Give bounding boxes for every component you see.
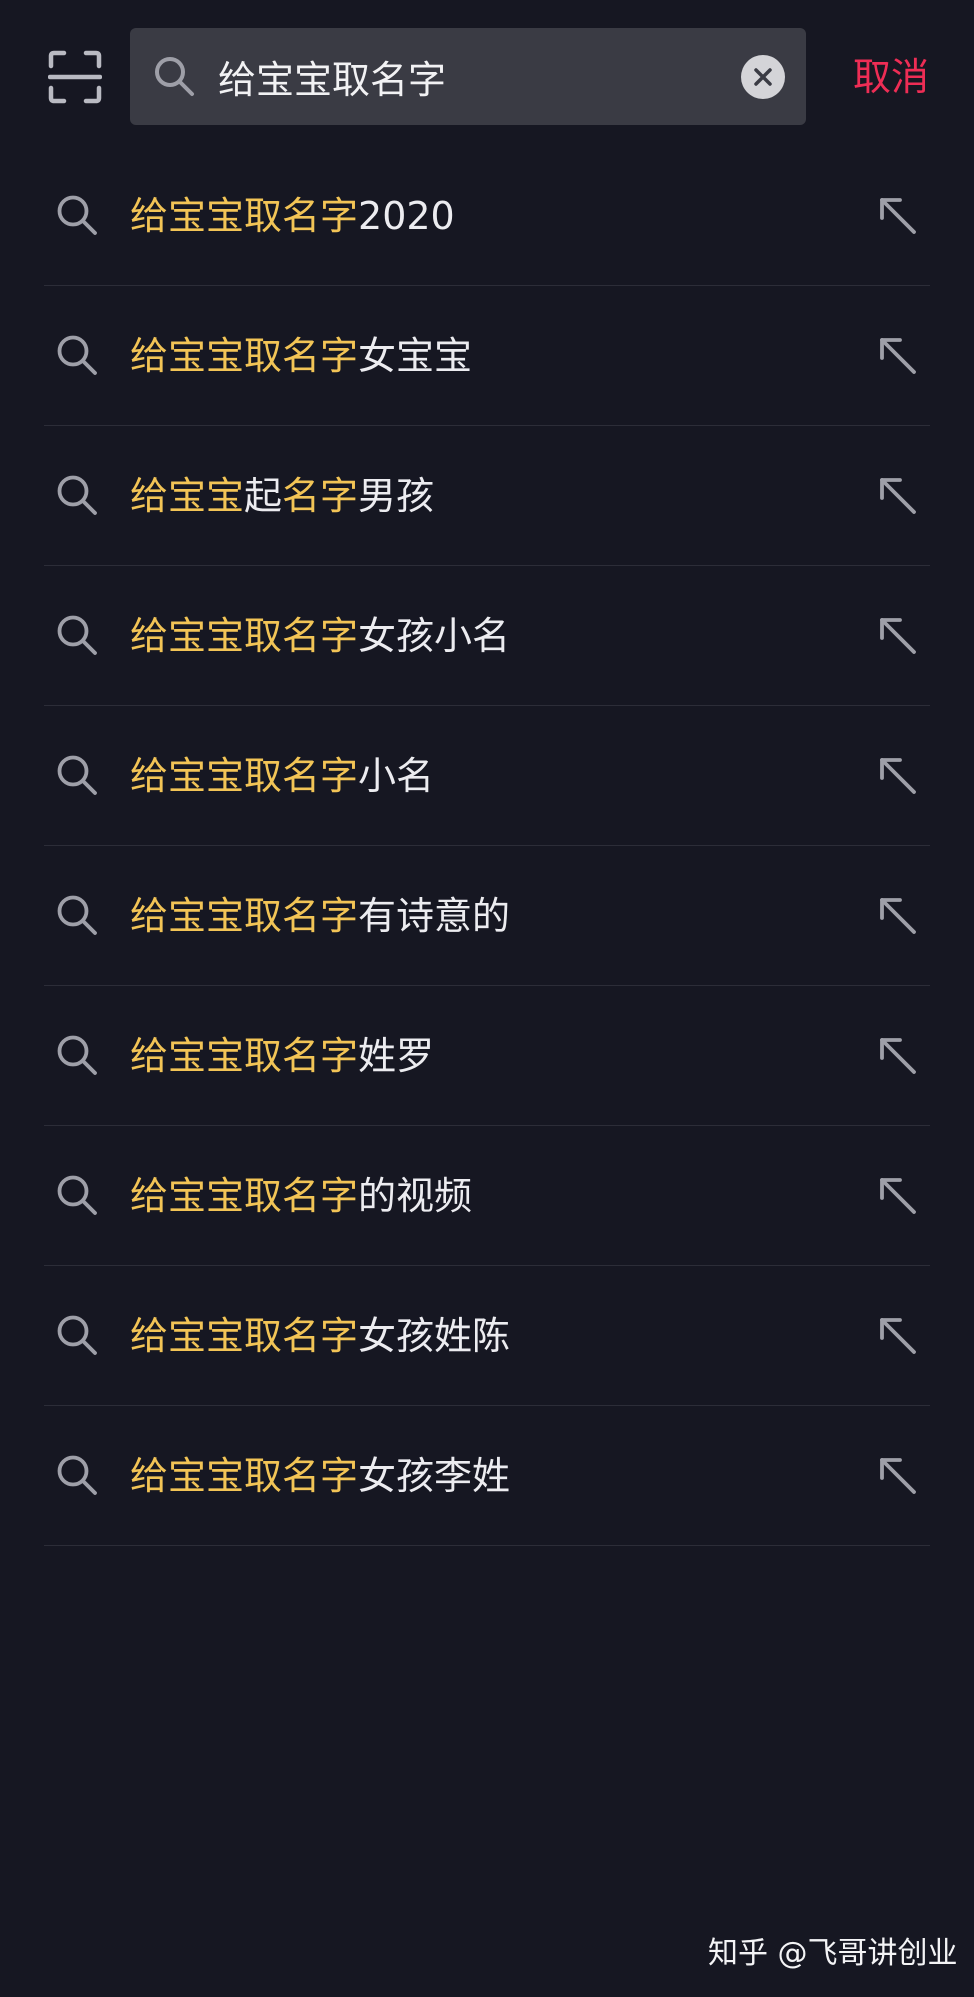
search-icon (54, 752, 100, 798)
suggestion-item[interactable]: 给宝宝取名字2020 (44, 146, 930, 286)
suggestion-match-text: 给宝宝取名字 (130, 194, 359, 238)
search-icon (54, 192, 100, 238)
suggestion-match-text: 给宝宝取名字 (130, 1454, 359, 1498)
search-icon (54, 1312, 100, 1358)
suggestion-item[interactable]: 给宝宝取名字的视频 (44, 1126, 930, 1266)
suggestion-text: 给宝宝起名字男孩 (130, 426, 434, 566)
search-icon (54, 472, 100, 518)
suggestion-text: 给宝宝取名字女孩李姓 (130, 1406, 510, 1546)
search-icon (54, 612, 100, 658)
suggestion-item[interactable]: 给宝宝取名字小名 (44, 706, 930, 846)
suggestion-list: 给宝宝取名字2020 给宝宝取名字女宝宝 给宝宝起名字男孩 给宝宝取名字女孩小名 给宝宝… (44, 146, 930, 1546)
suggestion-text: 给宝宝取名字女宝宝 (130, 286, 472, 426)
arrow-up-left-icon[interactable] (874, 1452, 920, 1498)
suggestion-text: 给宝宝取名字女孩姓陈 (130, 1266, 510, 1406)
search-box[interactable] (130, 28, 806, 125)
arrow-up-left-icon[interactable] (874, 472, 920, 518)
suggestion-match-text: 名字 (282, 474, 359, 518)
suggestion-text: 给宝宝取名字的视频 (130, 1126, 472, 1266)
suggestion-item[interactable]: 给宝宝取名字有诗意的 (44, 846, 930, 986)
search-icon (54, 332, 100, 378)
suggestion-match-text: 给宝宝取名字 (130, 754, 359, 798)
suggestion-match-text: 给宝宝取名字 (130, 1314, 359, 1358)
watermark: 知乎 @飞哥讲创业 (708, 1936, 958, 1971)
arrow-up-left-icon[interactable] (874, 1032, 920, 1078)
suggestion-item[interactable]: 给宝宝取名字女孩李姓 (44, 1406, 930, 1546)
search-icon (155, 57, 194, 96)
arrow-up-left-icon[interactable] (874, 612, 920, 658)
suggestion-extra-text: 小名 (358, 754, 435, 798)
search-header: 取消 (0, 0, 974, 140)
suggestion-text: 给宝宝取名字有诗意的 (130, 846, 510, 986)
arrow-up-left-icon[interactable] (874, 1312, 920, 1358)
clear-icon (754, 68, 772, 86)
arrow-up-left-icon[interactable] (874, 332, 920, 378)
suggestion-match-text: 给宝宝 (130, 474, 245, 518)
suggestion-text: 给宝宝取名字姓罗 (130, 986, 434, 1126)
suggestion-match-text: 给宝宝取名字 (130, 1174, 359, 1218)
search-icon (54, 1032, 100, 1078)
scan-icon (48, 50, 102, 104)
suggestion-extra-text: 起 (244, 474, 283, 518)
search-icon (54, 1452, 100, 1498)
suggestion-extra-text: 女宝宝 (358, 334, 473, 378)
suggestion-match-text: 给宝宝取名字 (130, 614, 359, 658)
suggestion-match-text: 给宝宝取名字 (130, 334, 359, 378)
suggestion-match-text: 给宝宝取名字 (130, 1034, 359, 1078)
arrow-up-left-icon[interactable] (874, 892, 920, 938)
suggestion-item[interactable]: 给宝宝取名字姓罗 (44, 986, 930, 1126)
suggestion-text: 给宝宝取名字女孩小名 (130, 566, 510, 706)
suggestion-extra-text: 2020 (358, 194, 455, 238)
suggestion-item[interactable]: 给宝宝取名字女宝宝 (44, 286, 930, 426)
suggestion-extra-text: 男孩 (358, 474, 435, 518)
cancel-button[interactable]: 取消 (836, 50, 946, 104)
suggestion-text: 给宝宝取名字小名 (130, 706, 434, 846)
suggestion-item[interactable]: 给宝宝取名字女孩小名 (44, 566, 930, 706)
search-icon (54, 892, 100, 938)
suggestion-item[interactable]: 给宝宝取名字女孩姓陈 (44, 1266, 930, 1406)
search-icon (54, 1172, 100, 1218)
suggestion-extra-text: 姓罗 (358, 1034, 435, 1078)
suggestion-match-text: 给宝宝取名字 (130, 894, 359, 938)
scan-button[interactable] (46, 48, 104, 106)
clear-button[interactable] (741, 55, 785, 99)
suggestion-text: 给宝宝取名字2020 (130, 146, 455, 286)
suggestion-extra-text: 女孩李姓 (358, 1454, 511, 1498)
arrow-up-left-icon[interactable] (874, 192, 920, 238)
suggestion-item[interactable]: 给宝宝起名字男孩 (44, 426, 930, 566)
arrow-up-left-icon[interactable] (874, 752, 920, 798)
suggestion-extra-text: 有诗意的 (358, 894, 511, 938)
search-input[interactable] (218, 28, 738, 125)
arrow-up-left-icon[interactable] (874, 1172, 920, 1218)
suggestion-extra-text: 女孩姓陈 (358, 1314, 511, 1358)
suggestion-extra-text: 的视频 (358, 1174, 473, 1218)
suggestion-extra-text: 女孩小名 (358, 614, 511, 658)
